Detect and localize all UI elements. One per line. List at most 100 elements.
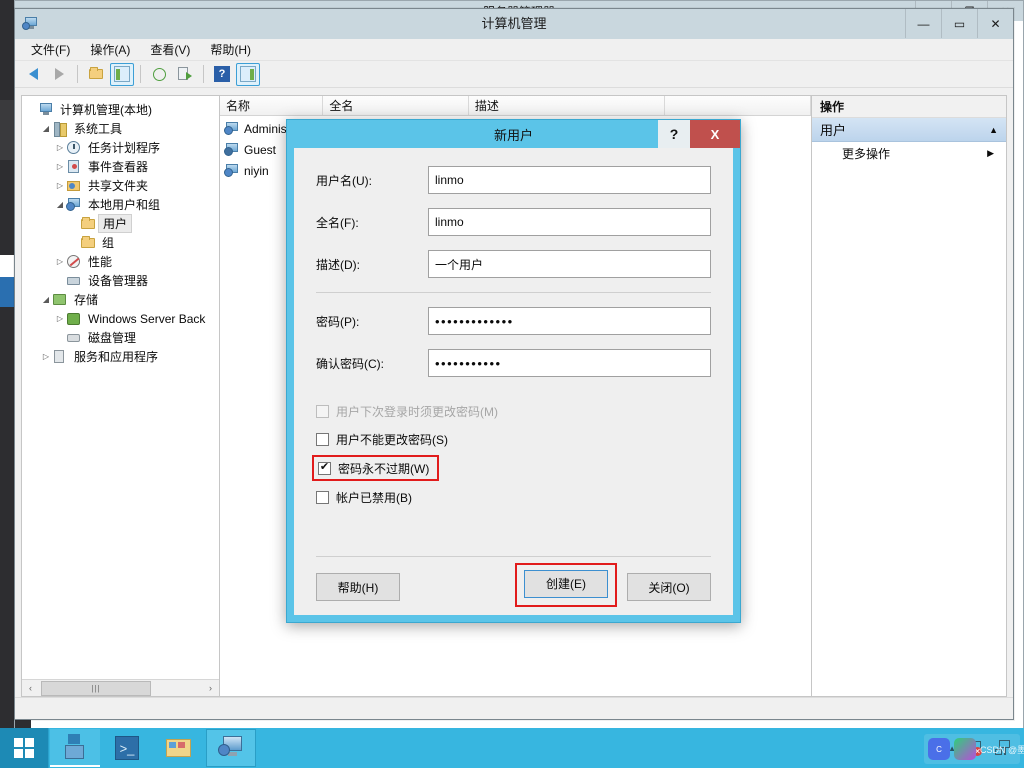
password-never-expires-checkbox[interactable]: ✔ — [318, 461, 331, 475]
performance-icon — [66, 254, 82, 270]
computer-management-taskbar-icon[interactable] — [206, 729, 256, 767]
tree-twisty-icon[interactable]: ◢ — [40, 123, 52, 135]
refresh-icon[interactable] — [147, 63, 171, 86]
up-folder-icon[interactable] — [84, 63, 108, 86]
submenu-arrow-icon[interactable]: ▶ — [987, 148, 994, 159]
tree-item-label: 服务和应用程序 — [74, 350, 159, 364]
tree-item-7[interactable]: 组 — [22, 233, 219, 252]
tree-item-6[interactable]: 用户 — [22, 214, 219, 233]
tree-twisty-icon[interactable]: ▷ — [54, 161, 66, 173]
new-user-dialog[interactable]: 新用户 ? X 用户名(U): linmo 全名(F): linmo 描述(D): 一个用… — [286, 119, 741, 623]
tree-twisty-icon[interactable] — [54, 332, 66, 344]
dialog-close-button[interactable]: X — [690, 120, 740, 148]
collapse-chevron-icon[interactable]: ▲ — [989, 125, 998, 135]
password-field[interactable]: ••••••••••••• — [428, 307, 711, 335]
column-header-3[interactable] — [665, 96, 811, 115]
tree-twisty-icon[interactable] — [68, 237, 80, 249]
divider-2 — [316, 556, 711, 557]
services-applications-icon — [52, 349, 68, 365]
tree-twisty-icon[interactable]: ▷ — [54, 313, 66, 325]
list-column-headers[interactable]: 名称 全名 描述 — [220, 96, 811, 116]
tree-item-2[interactable]: ▷ 任务计划程序 — [22, 138, 219, 157]
scroll-left-icon[interactable]: ‹ — [22, 680, 39, 696]
tree-item-4[interactable]: ▷ 共享文件夹 — [22, 176, 219, 195]
toolbar[interactable]: ? — [15, 61, 1013, 88]
fullname-field[interactable]: linmo — [428, 208, 711, 236]
dialog-footer: 帮助(H) 创建(E) 关闭(O) — [316, 556, 711, 607]
server-manager-taskbar-icon[interactable] — [50, 729, 100, 767]
close-button[interactable]: ✕ — [977, 9, 1013, 38]
scroll-track[interactable]: ||| — [39, 680, 202, 696]
column-header-2[interactable]: 描述 — [468, 96, 666, 115]
tree-item-10[interactable]: ◢ 存储 — [22, 290, 219, 309]
windows-logo-icon[interactable] — [0, 728, 48, 768]
tree-twisty-icon[interactable]: ▷ — [54, 142, 66, 154]
account-disabled-checkbox[interactable] — [316, 490, 329, 504]
tree-item-label: 事件查看器 — [88, 160, 149, 174]
tree-horizontal-scrollbar[interactable]: ‹ ||| › — [22, 679, 219, 696]
confirm-password-field[interactable]: ••••••••••• — [428, 349, 711, 377]
close-dialog-button[interactable]: 关闭(O) — [627, 573, 711, 601]
computer-management-window[interactable]: 计算机管理 — ▭ ✕ 文件(F) 操作(A) 查看(V) 帮助(H) ? 计算… — [14, 8, 1014, 720]
tree-twisty-icon[interactable] — [26, 104, 38, 116]
watermark-text: CSDN @墨翁 — [980, 744, 1024, 755]
computer-icon — [38, 102, 54, 118]
menu-action[interactable]: 操作(A) — [80, 39, 140, 60]
menu-file[interactable]: 文件(F) — [21, 39, 80, 60]
tree-twisty-icon[interactable]: ◢ — [54, 199, 66, 211]
description-field[interactable]: 一个用户 — [428, 250, 711, 278]
username-field[interactable]: linmo — [428, 166, 711, 194]
show-action-pane-icon[interactable] — [236, 62, 260, 86]
fullname-field-row: 全名(F): linmo — [316, 208, 711, 236]
tree-item-0[interactable]: 计算机管理(本地) — [22, 100, 219, 119]
tree-twisty-icon[interactable] — [68, 218, 80, 230]
tree-item-12[interactable]: 磁盘管理 — [22, 328, 219, 347]
actions-section-users[interactable]: 用户 ▲ — [812, 118, 1006, 142]
scroll-right-icon[interactable]: › — [202, 680, 219, 696]
forward-icon[interactable] — [47, 63, 71, 86]
minimize-button[interactable]: — — [905, 9, 941, 38]
tree-item-11[interactable]: ▷ Windows Server Back — [22, 309, 219, 328]
column-header-0[interactable]: 名称 — [220, 96, 324, 115]
window-controls[interactable]: — ▭ ✕ — [905, 9, 1013, 39]
export-list-icon[interactable] — [173, 63, 197, 86]
cannot-change-password-checkbox[interactable] — [316, 432, 329, 446]
help-button[interactable]: 帮助(H) — [316, 573, 400, 601]
action-more-actions[interactable]: 更多操作 ▶ — [812, 142, 1006, 164]
tree-twisty-icon[interactable]: ◢ — [40, 294, 52, 306]
tree-item-3[interactable]: ▷ 事件查看器 — [22, 157, 219, 176]
watermark: C CSDN @墨翁 — [924, 734, 1024, 764]
password-field-row: 密码(P): ••••••••••••• — [316, 307, 711, 335]
help-icon[interactable]: ? — [210, 63, 234, 86]
window-title: 计算机管理 — [481, 16, 547, 31]
menu-view[interactable]: 查看(V) — [140, 39, 200, 60]
console-tree-pane[interactable]: 计算机管理(本地) ◢ 系统工具 ▷ 任务计划程序 ▷ 事件查看器 ▷ 共享文件夹 ◢ 本地用户和组… — [21, 95, 219, 697]
tree-item-label: 本地用户和组 — [88, 198, 161, 212]
folder-icon — [80, 216, 96, 232]
tree-item-13[interactable]: ▷ 服务和应用程序 — [22, 347, 219, 366]
tree-item-5[interactable]: ◢ 本地用户和组 — [22, 195, 219, 214]
maximize-button[interactable]: ▭ — [941, 9, 977, 38]
powershell-taskbar-icon[interactable]: >_ — [102, 729, 152, 767]
taskbar[interactable]: >_ ▲ ✕ C CSDN @墨 — [0, 728, 1024, 768]
column-header-1[interactable]: 全名 — [323, 96, 469, 115]
tree-twisty-icon[interactable] — [54, 275, 66, 287]
tree-twisty-icon[interactable]: ▷ — [54, 256, 66, 268]
windows-server-backup-icon — [66, 311, 82, 327]
tree-item-8[interactable]: ▷ 性能 — [22, 252, 219, 271]
tree-item-9[interactable]: 设备管理器 — [22, 271, 219, 290]
dialog-help-button[interactable]: ? — [658, 120, 690, 148]
actions-pane[interactable]: 操作 用户 ▲ 更多操作 ▶ — [812, 95, 1007, 697]
show-tree-icon[interactable] — [110, 62, 134, 86]
tree-twisty-icon[interactable]: ▷ — [40, 351, 52, 363]
tree-item-1[interactable]: ◢ 系统工具 — [22, 119, 219, 138]
tree-twisty-icon[interactable]: ▷ — [54, 180, 66, 192]
back-icon[interactable] — [21, 63, 45, 86]
menu-help[interactable]: 帮助(H) — [200, 39, 261, 60]
user-icon — [224, 163, 240, 179]
file-explorer-taskbar-icon[interactable] — [154, 729, 204, 767]
scroll-thumb[interactable]: ||| — [41, 680, 151, 696]
dialog-controls[interactable]: ? X — [658, 120, 740, 148]
menu-bar[interactable]: 文件(F) 操作(A) 查看(V) 帮助(H) — [15, 39, 1013, 61]
create-button[interactable]: 创建(E) — [524, 569, 608, 598]
